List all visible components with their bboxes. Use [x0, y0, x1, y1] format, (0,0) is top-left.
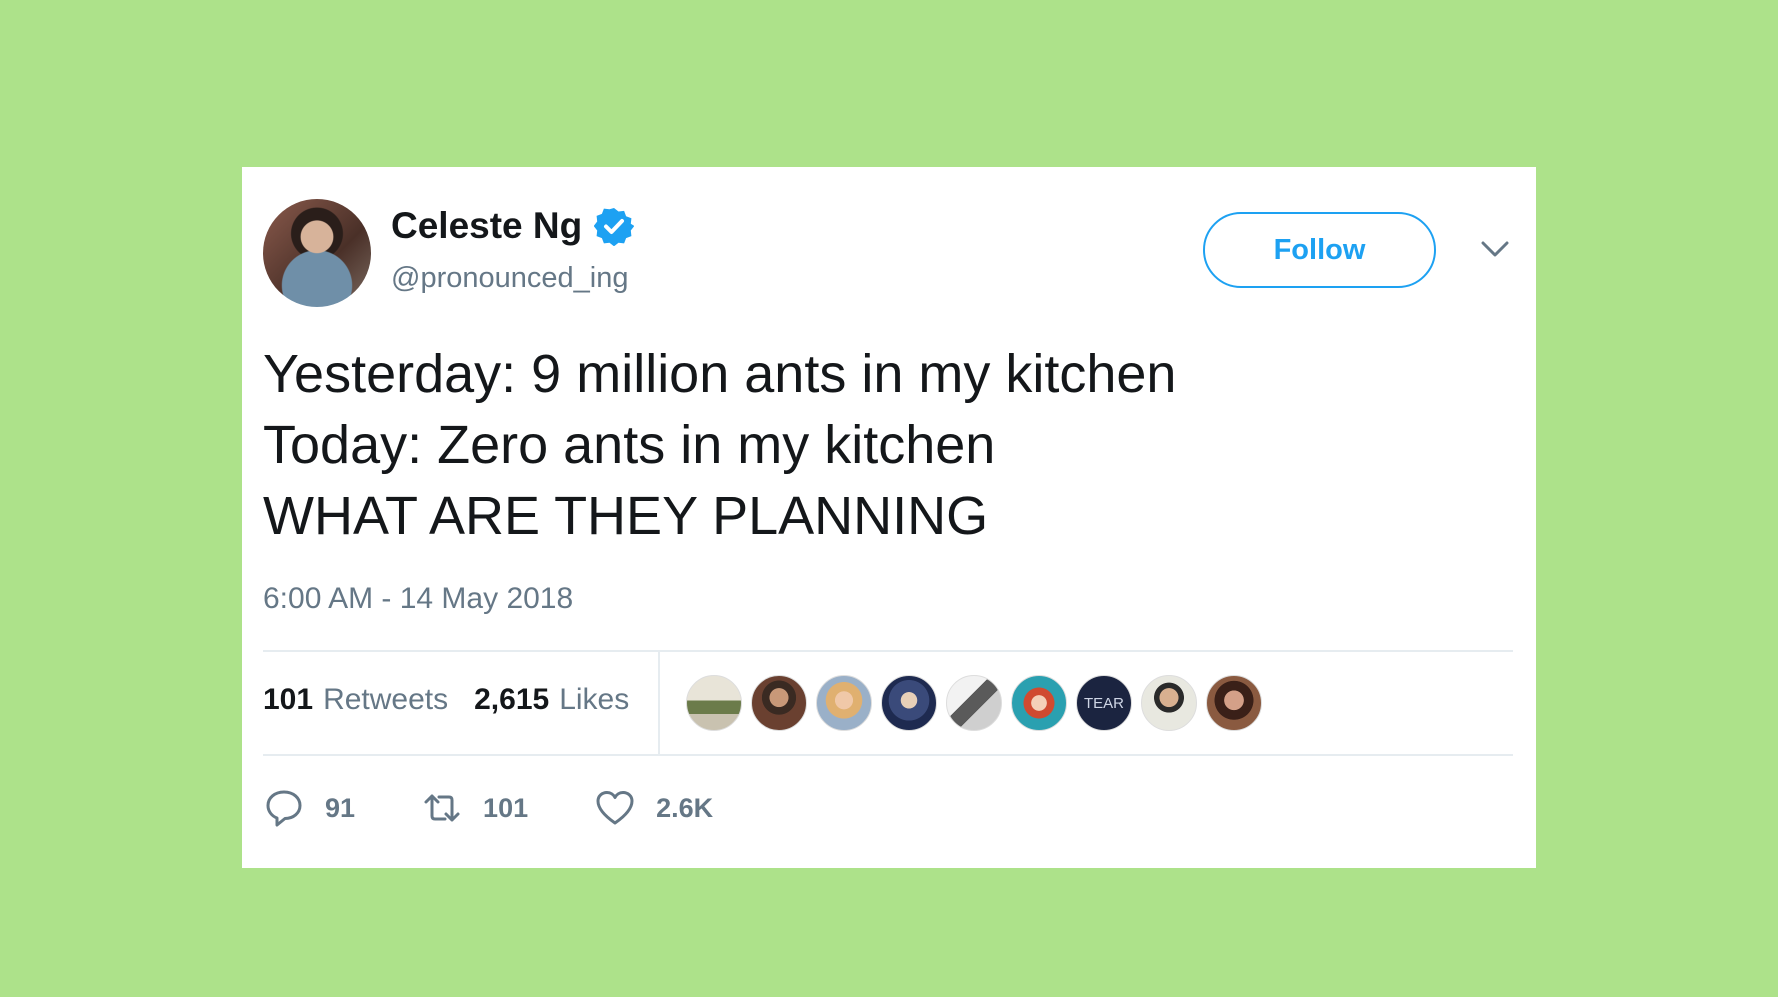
reply-button[interactable]: 91 — [263, 787, 355, 829]
tweet-card: Celeste Ng @pronounced_ing Follow Yester… — [242, 167, 1536, 868]
tweet-text: Yesterday: 9 million ants in my kitchen … — [263, 339, 1176, 552]
retweets-label: Retweets — [323, 683, 449, 716]
liker-avatar[interactable] — [946, 675, 1002, 731]
retweet-button[interactable]: 101 — [421, 787, 528, 829]
retweets-count: 101 — [263, 683, 314, 716]
tweet-line: Yesterday: 9 million ants in my kitchen — [263, 344, 1177, 404]
likes-label: Likes — [559, 683, 630, 716]
liker-avatar-text: TEAR — [1083, 694, 1124, 712]
tweet-line: Today: Zero ants in my kitchen — [263, 415, 996, 475]
tweet-line: WHAT ARE THEY PLANNING — [263, 486, 989, 546]
author-avatar[interactable] — [263, 199, 371, 307]
engagement-stats: 101 Retweets 2,615 Likes — [263, 683, 629, 717]
likes-count: 2,615 — [474, 683, 550, 716]
reply-icon — [266, 790, 302, 827]
like-count: 2.6K — [656, 792, 714, 823]
liker-avatar[interactable] — [686, 675, 742, 731]
liker-avatar[interactable] — [1011, 675, 1067, 731]
author-name-row: Celeste Ng — [391, 205, 635, 247]
reply-count: 91 — [325, 792, 356, 823]
vertical-divider — [658, 650, 660, 756]
liker-avatars: TEAR — [686, 675, 1262, 731]
author-name[interactable]: Celeste Ng — [391, 205, 582, 247]
chevron-down-icon[interactable] — [1480, 239, 1510, 259]
follow-button[interactable]: Follow — [1203, 212, 1436, 288]
like-button[interactable]: 2.6K — [594, 787, 713, 829]
liker-avatar[interactable] — [1141, 675, 1197, 731]
retweet-icon — [424, 794, 460, 822]
heart-icon — [596, 791, 634, 825]
liker-avatar[interactable] — [751, 675, 807, 731]
liker-avatar[interactable] — [1206, 675, 1262, 731]
liker-avatar[interactable] — [816, 675, 872, 731]
liker-avatar[interactable]: TEAR — [1076, 675, 1132, 731]
verified-badge-icon — [594, 208, 635, 246]
tweet-timestamp[interactable]: 6:00 AM - 14 May 2018 — [263, 582, 573, 616]
liker-avatar[interactable] — [881, 675, 937, 731]
author-handle[interactable]: @pronounced_ing — [391, 262, 628, 295]
divider — [263, 754, 1513, 756]
action-bar: 91 101 2.6K — [263, 787, 779, 829]
retweet-count: 101 — [483, 792, 529, 823]
likes-stat[interactable]: 2,615 Likes — [474, 683, 629, 717]
divider — [263, 650, 1513, 652]
retweets-stat[interactable]: 101 Retweets — [263, 683, 448, 717]
